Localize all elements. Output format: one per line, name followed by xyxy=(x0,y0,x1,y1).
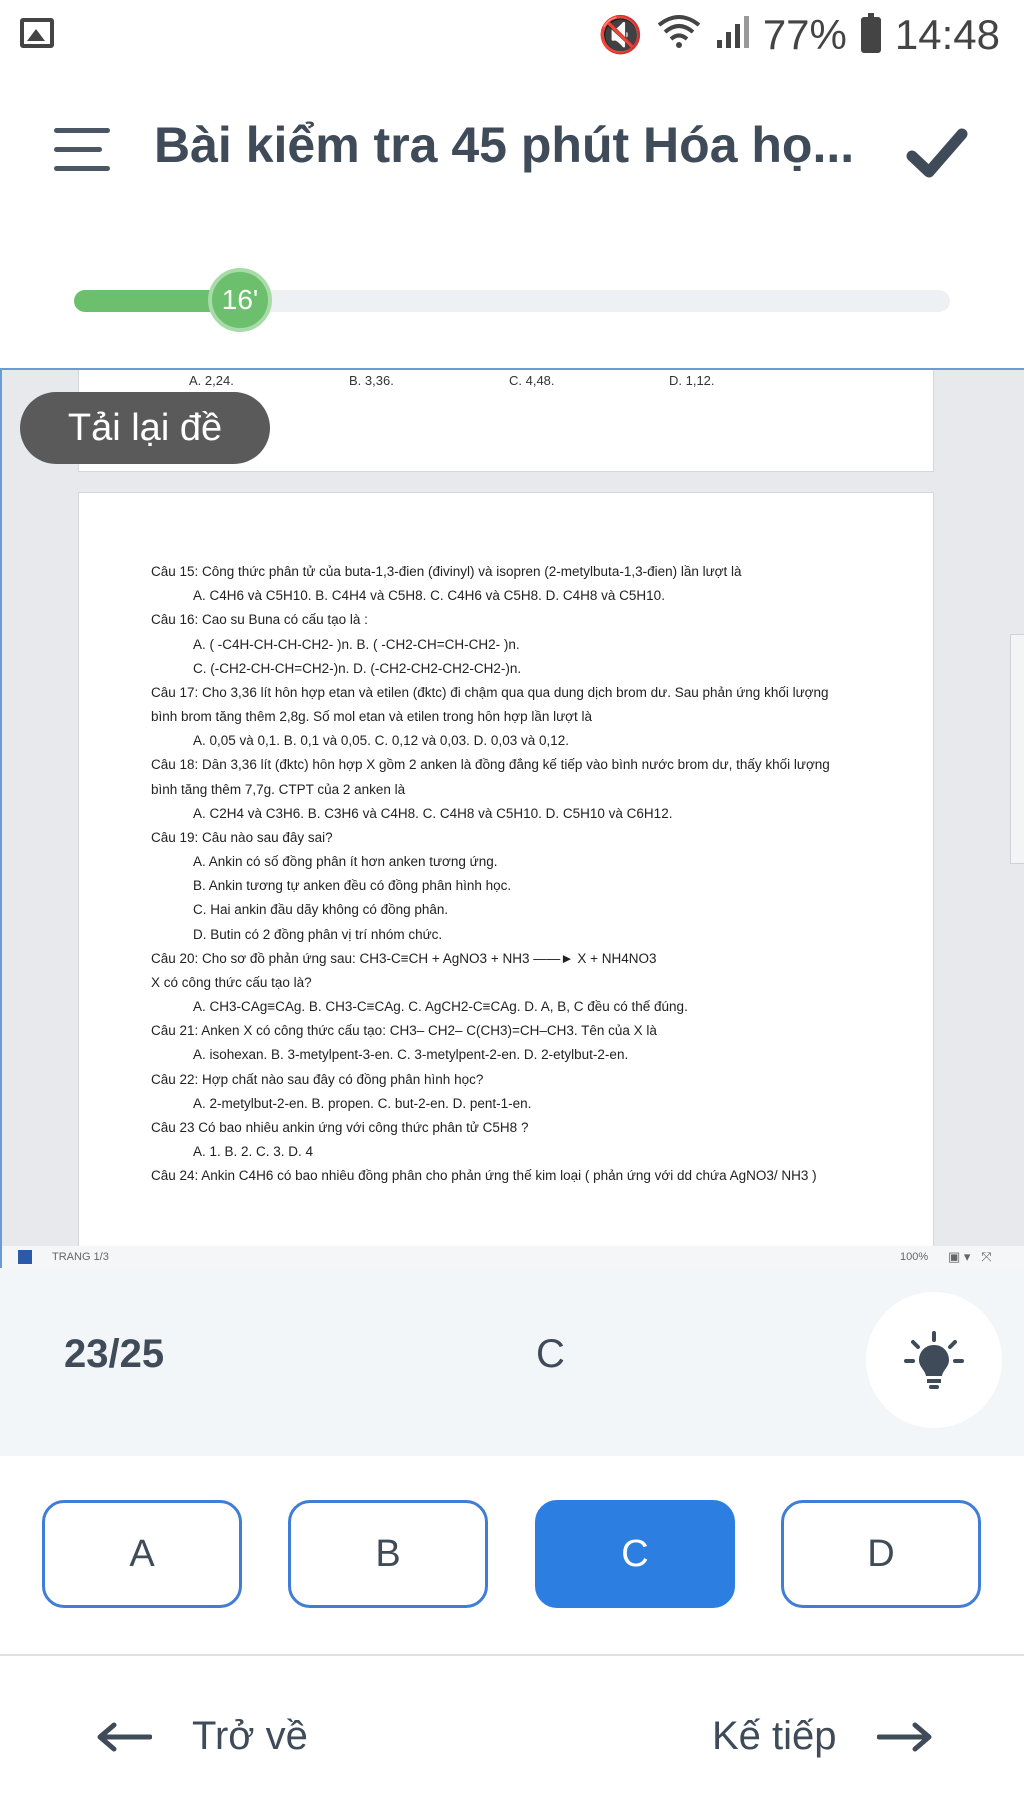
signal-icon xyxy=(715,14,749,57)
choice-button-a[interactable]: A xyxy=(42,1500,242,1608)
reload-test-button[interactable]: Tải lại đề xyxy=(20,392,270,464)
document-line: B. Ankin tương tự anken đều có đồng phân… xyxy=(193,879,512,894)
document-text: Câu 15: Công thức phân tử của buta-1,3-đ… xyxy=(151,565,881,1193)
word-doc-icon xyxy=(18,1250,32,1264)
option-text: D. 1,12. xyxy=(669,373,715,388)
option-text: C. 4,48. xyxy=(509,373,555,388)
document-line: A. 2-metylbut-2-en. B. propen. C. but-2-… xyxy=(193,1096,532,1111)
document-line: Câu 22: Hợp chất nào sau đây có đồng phâ… xyxy=(151,1072,484,1087)
viewer-scrollbar[interactable] xyxy=(1010,634,1024,864)
document-line: Câu 21: Anken X có công thức cấu tạo: CH… xyxy=(151,1024,657,1039)
document-line: A. CH3-CAg≡CAg. B. CH3-C≡CAg. C. AgCH2-C… xyxy=(193,1000,688,1015)
document-line: Câu 23 Có bao nhiêu ankin ứng với công t… xyxy=(151,1120,529,1135)
document-line: Câu 18: Dẫn 3,36 lít (đktc) hỗn hợp X gồ… xyxy=(151,758,830,773)
page1-options: A. 2,24. B. 3,36. C. 4,48. D. 1,12. xyxy=(189,373,829,388)
document-line: Câu 15: Công thức phân tử của buta-1,3-đ… xyxy=(151,565,742,579)
gallery-icon xyxy=(20,18,54,48)
clock: 14:48 xyxy=(894,11,1000,58)
choice-button-d[interactable]: D xyxy=(781,1500,981,1608)
lightbulb-icon xyxy=(904,1331,964,1389)
document-page: Câu 15: Công thức phân tử của buta-1,3-đ… xyxy=(78,492,934,1268)
battery-icon xyxy=(860,13,881,53)
document-line: Câu 24: Ankin C4H6 có bao nhiêu đồng phâ… xyxy=(151,1169,817,1184)
choice-button-b[interactable]: B xyxy=(288,1500,488,1608)
document-line: A. 1. B. 2. C. 3. D. 4 xyxy=(193,1145,314,1160)
wifi-icon xyxy=(657,13,701,58)
timer-progress-bar xyxy=(74,290,950,312)
document-line: A. ( -C4H-CH-CH-CH2- )n. B. ( -CH2-CH=CH… xyxy=(193,637,520,652)
document-line: A. 0,05 và 0,1. B. 0,1 và 0,05. C. 0,12 … xyxy=(193,734,569,749)
page-indicator: TRANG 1/3 xyxy=(52,1251,109,1263)
answer-choices: ABCD xyxy=(0,1500,1024,1612)
back-button[interactable]: Trở về xyxy=(96,1714,308,1759)
next-label: Kế tiếp xyxy=(712,1714,837,1758)
document-line: A. Ankin có số đồng phân ít hơn anken tư… xyxy=(193,855,498,870)
checkmark-icon[interactable] xyxy=(906,122,968,184)
view-controls-icon[interactable]: ▣ ▾ ⤧ xyxy=(948,1249,992,1265)
back-label: Trở về xyxy=(192,1714,308,1758)
arrow-left-icon xyxy=(97,1722,152,1751)
next-button[interactable]: Kế tiếp xyxy=(712,1714,933,1759)
option-text: A. 2,24. xyxy=(189,373,234,388)
document-line: A. C4H6 và C5H10. B. C4H4 và C5H8. C. C4… xyxy=(193,589,665,604)
document-line: bình brom tăng thêm 2,8g. Số mol etan và… xyxy=(151,710,593,725)
page-title: Bài kiểm tra 45 phút Hóa họ... xyxy=(154,117,855,173)
hint-button[interactable] xyxy=(866,1292,1002,1428)
document-line: bình tăng thêm 7,7g. CTPT của 2 anken là xyxy=(151,782,406,797)
document-line: Câu 20: Cho sơ đồ phản ứng sau: CH3-C≡CH… xyxy=(151,951,657,966)
document-line: A. C2H4 và C3H6. B. C3H6 và C4H8. C. C4H… xyxy=(193,806,673,821)
document-line: Câu 16: Cao su Buna có cấu tạo là : xyxy=(151,613,368,628)
status-right: 🔇 77% 14:48 xyxy=(598,10,1000,60)
selected-answer: C xyxy=(536,1332,565,1376)
zoom-level[interactable]: 100% xyxy=(900,1251,928,1263)
arrow-right-icon xyxy=(876,1722,932,1751)
document-line: C. (-CH2-CH-CH=CH2-)n. D. (-CH2-CH2-CH2-… xyxy=(193,661,522,676)
choice-button-c[interactable]: C xyxy=(535,1500,735,1608)
document-line: C. Hai ankin đầu dãy không có đồng phân. xyxy=(193,903,449,918)
document-viewer[interactable]: A. 2,24. B. 3,36. C. 4,48. D. 1,12. Câu 15:… xyxy=(0,368,1024,1268)
document-line: X có công thức cấu tạo là? xyxy=(151,975,312,990)
document-line: D. Butin có 2 đồng phân vị trí nhóm chức… xyxy=(193,927,443,942)
question-counter: 23/25 xyxy=(64,1332,165,1376)
answer-panel: 23/25 C xyxy=(0,1268,1024,1456)
app-header: Bài kiểm tra 45 phút Hóa họ... xyxy=(0,72,1024,232)
option-text: B. 3,36. xyxy=(349,373,394,388)
document-line: Câu 17: Cho 3,36 lít hỗn hợp etan và eti… xyxy=(151,685,829,700)
vibrate-mute-icon: 🔇 xyxy=(598,14,643,55)
bottom-navigation: Trở về Kế tiếp xyxy=(0,1656,1024,1820)
viewer-footer: TRANG 1/3 100% ▣ ▾ ⤧ xyxy=(2,1246,1024,1268)
status-bar: 🔇 77% 14:48 xyxy=(0,0,1024,72)
battery-percent: 77% xyxy=(762,11,847,58)
document-line: Câu 19: Câu nào sau đây sai? xyxy=(151,830,333,845)
hamburger-menu-icon[interactable] xyxy=(54,128,110,172)
document-line: A. isohexan. B. 3-metylpent-3-en. C. 3-m… xyxy=(193,1048,629,1063)
timer-knob: 16' xyxy=(208,268,272,332)
